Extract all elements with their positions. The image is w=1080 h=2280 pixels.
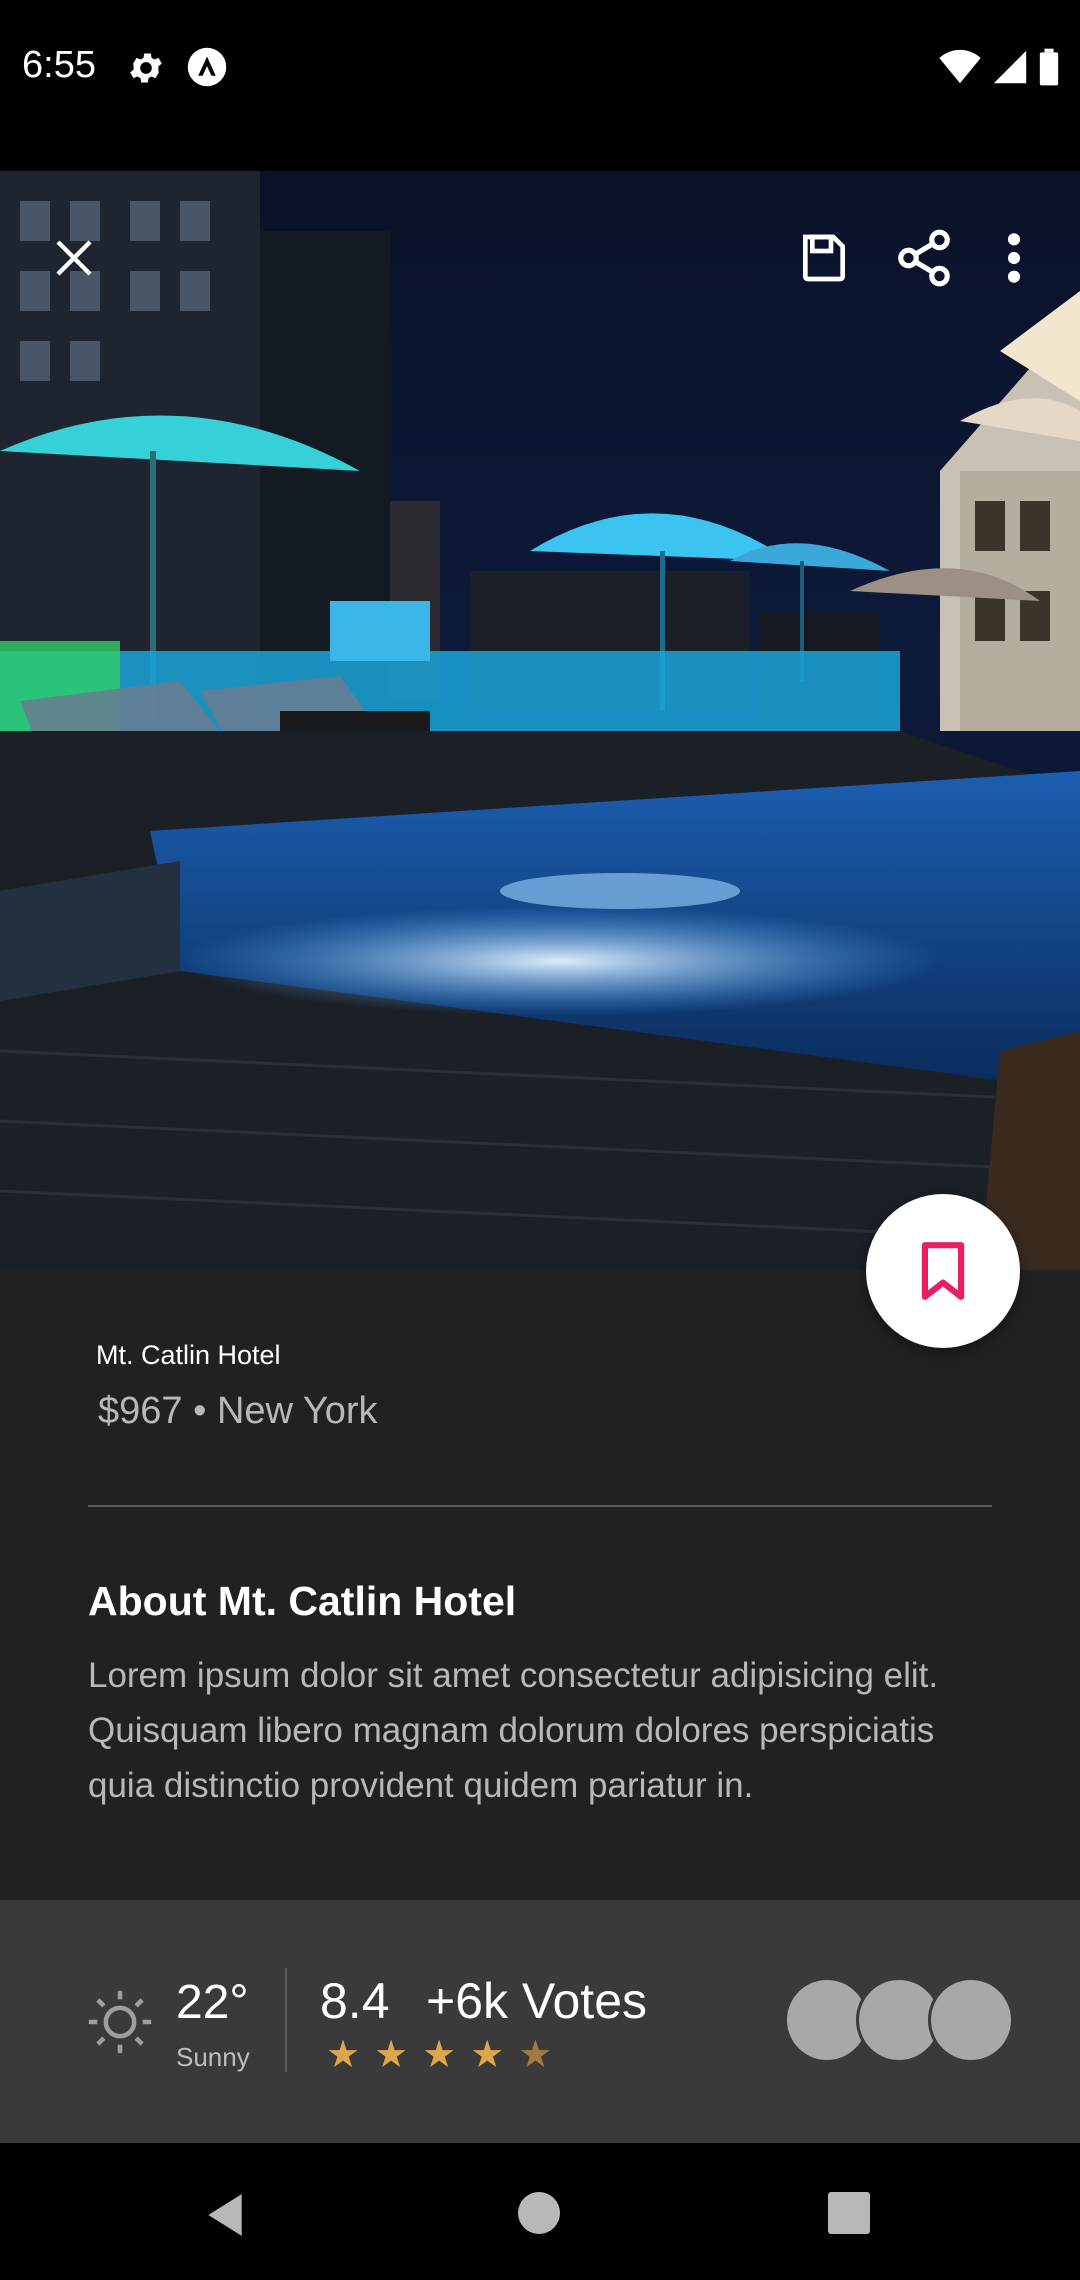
cell-signal-icon	[993, 50, 1027, 84]
weather-condition: Sunny	[176, 2042, 250, 2072]
sun-icon	[88, 1990, 152, 2054]
rating-stars: ★ ★ ★ ★ ★	[326, 2036, 552, 2074]
back-nav-button[interactable]	[204, 2192, 246, 2238]
home-nav-button[interactable]	[518, 2192, 560, 2234]
stats-separator	[285, 1968, 287, 2072]
avatar	[928, 1977, 1014, 2063]
star-icon: ★	[374, 2034, 409, 2076]
status-time: 6:55	[22, 44, 96, 86]
close-icon	[56, 240, 92, 276]
star-icon: ★	[422, 2034, 457, 2076]
bookmark-button[interactable]	[866, 1194, 1020, 1348]
star-icon: ★	[326, 2034, 361, 2076]
about-title: About Mt. Catlin Hotel	[88, 1578, 517, 1624]
recents-nav-button[interactable]	[828, 2192, 870, 2234]
temperature: 22°	[176, 1976, 249, 2029]
star-icon: ★	[470, 2034, 505, 2076]
app-notification-icon	[187, 47, 227, 87]
settings-icon	[130, 53, 162, 83]
rating-votes: +6k Votes	[426, 1973, 647, 2029]
share-icon	[898, 229, 950, 287]
half-star-icon: ★	[518, 2034, 553, 2076]
close-button[interactable]	[34, 218, 114, 298]
save-button[interactable]	[784, 218, 864, 298]
save-icon	[803, 234, 845, 282]
hotel-price-location: $967 • New York	[98, 1390, 378, 1432]
more-vertical-icon	[1007, 233, 1021, 283]
hotel-pool-illustration	[0, 171, 1080, 1270]
share-button[interactable]	[884, 218, 964, 298]
avatar-group[interactable]	[784, 1977, 1024, 2063]
wifi-icon	[939, 49, 981, 84]
status-indicators	[938, 48, 1060, 86]
battery-icon	[1039, 48, 1059, 86]
more-options-button[interactable]	[974, 218, 1054, 298]
hotel-photo	[0, 171, 1080, 1270]
divider	[88, 1505, 992, 1507]
rating-score: 8.4	[320, 1973, 390, 2029]
hotel-name: Mt. Catlin Hotel	[96, 1340, 281, 1370]
bookmark-icon	[921, 1242, 965, 1300]
about-description: Lorem ipsum dolor sit amet consectetur a…	[88, 1656, 939, 1805]
status-bar: 6:55	[0, 0, 1080, 171]
